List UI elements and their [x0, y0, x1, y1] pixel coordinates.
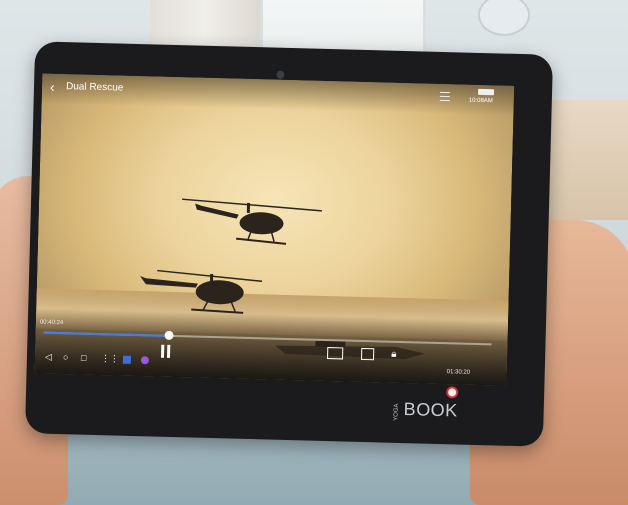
- player-bottom-bar: [34, 307, 509, 386]
- picture-in-picture-icon[interactable]: [327, 347, 344, 360]
- brand-book: BOOK: [403, 399, 458, 421]
- elapsed-time: 00:40:24: [39, 319, 64, 327]
- total-duration: 01:30:20: [446, 369, 471, 376]
- app-grid-icon[interactable]: ⋮⋮: [101, 353, 119, 364]
- app-shortcut-icon[interactable]: [122, 355, 132, 364]
- video-player-screen[interactable]: ‹ Dual Rescue 10:08AM 00:40:24 🔒︎ 01:30:…: [34, 73, 515, 386]
- video-title: Dual Rescue: [65, 81, 124, 94]
- status-clock: 10:08AM: [468, 97, 493, 105]
- front-camera: [276, 70, 285, 79]
- battery-icon: [477, 88, 495, 96]
- menu-icon[interactable]: [439, 91, 451, 102]
- aspect-ratio-icon[interactable]: [360, 347, 375, 361]
- halo-badge-icon[interactable]: [446, 386, 459, 399]
- home-circle-icon[interactable]: ○: [63, 352, 69, 362]
- recent-apps-icon[interactable]: □: [81, 353, 87, 363]
- helicopter-upper: [182, 198, 322, 245]
- back-arrow-icon[interactable]: ‹: [50, 79, 55, 95]
- app-shortcut-round-icon[interactable]: [140, 356, 150, 365]
- shelf: [540, 100, 628, 220]
- lock-icon[interactable]: 🔒︎: [391, 349, 403, 360]
- back-triangle-icon[interactable]: ◁: [45, 352, 52, 363]
- brand-yoga: YOGA: [393, 403, 400, 421]
- tablet: ‹ Dual Rescue 10:08AM 00:40:24 🔒︎ 01:30:…: [24, 41, 554, 447]
